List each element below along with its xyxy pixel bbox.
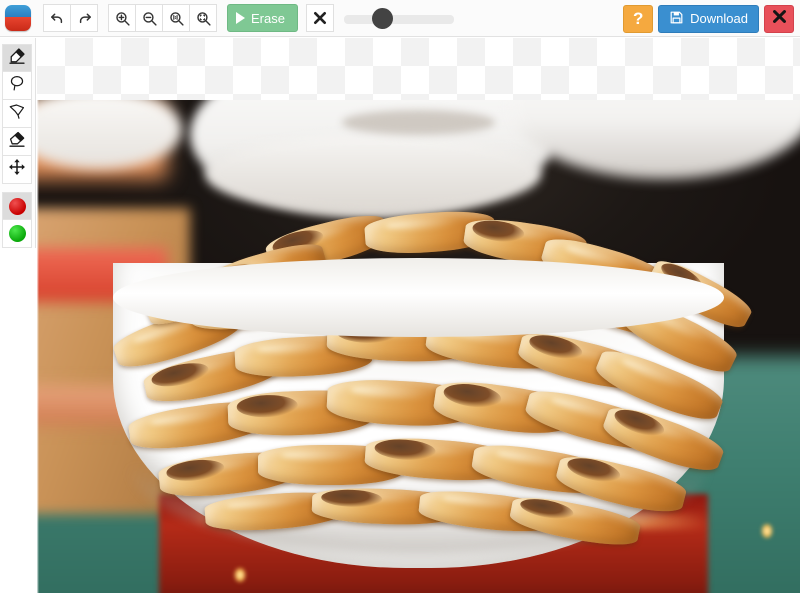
zoom-fit-button[interactable]	[189, 4, 217, 32]
zoom-out-button[interactable]	[135, 4, 163, 32]
red-dot-icon	[8, 197, 26, 215]
photo-roll-sheen	[281, 449, 366, 461]
redo-icon	[76, 10, 93, 27]
photo-roll-sheen	[148, 405, 230, 428]
help-button[interactable]: ?	[623, 4, 654, 33]
photo-roll-sheen	[350, 383, 436, 400]
photo-roll-sheen	[619, 355, 694, 394]
sidebar-marker-background[interactable]	[2, 220, 32, 248]
sidebar-tool-move[interactable]	[2, 156, 32, 184]
erase-button[interactable]: Erase	[227, 4, 298, 32]
toolbar-right-group: ? Download	[623, 0, 794, 37]
polygon-select-icon	[8, 102, 26, 125]
zoom-actual-button[interactable]	[162, 4, 190, 32]
undo-button[interactable]	[43, 4, 71, 32]
sidebar-tool-eraser[interactable]	[2, 128, 32, 156]
photo-roll-filling	[526, 330, 585, 363]
sidebar-tool-marker[interactable]	[2, 44, 32, 72]
erase-button-label: Erase	[251, 10, 285, 26]
zoom-in-icon	[114, 10, 131, 27]
image-editor-window: Erase ? Download	[0, 0, 800, 593]
floppy-disk-icon	[669, 10, 684, 28]
sidebar-divider	[0, 184, 35, 192]
brush-size-slider[interactable]	[343, 4, 454, 32]
photo-roll-filling	[442, 380, 503, 411]
photo-roll-filling	[564, 453, 623, 487]
toolbar-left-group: Erase	[0, 4, 454, 32]
photo-roll-filling	[471, 218, 526, 245]
sidebar-tool-polygon[interactable]	[2, 100, 32, 128]
sidebar-marker-foreground[interactable]	[2, 192, 32, 220]
photo-roll-sheen	[441, 493, 522, 511]
app-logo-icon[interactable]	[5, 5, 31, 31]
zoom-actual-size-icon	[168, 10, 185, 27]
slider-handle[interactable]	[372, 8, 394, 29]
close-button[interactable]	[764, 4, 794, 33]
slider-track	[343, 15, 454, 24]
photo-roll-sheen	[256, 339, 337, 355]
logo-bottom-half	[5, 17, 31, 31]
move-arrows-icon	[8, 158, 26, 181]
lasso-icon	[8, 74, 26, 97]
zoom-out-icon	[141, 10, 158, 27]
download-button-label: Download	[690, 11, 748, 26]
logo-top-half	[5, 5, 31, 18]
zoom-button-group	[108, 4, 217, 32]
x-icon	[771, 8, 788, 30]
sidebar-marker-group	[0, 192, 35, 248]
green-dot-icon	[8, 225, 26, 242]
photo-roll-filling	[320, 489, 382, 509]
photo-spring-rolls	[37, 100, 800, 593]
photo-roll-filling	[518, 495, 576, 524]
undo-icon	[49, 10, 66, 27]
photo-roll-filling	[235, 393, 298, 418]
cancel-button[interactable]	[305, 4, 334, 32]
marker-pen-icon	[8, 47, 26, 70]
history-button-group	[43, 4, 98, 32]
play-icon	[236, 12, 245, 24]
photo-roll-filling	[611, 405, 667, 442]
sidebar-tool-group	[0, 44, 35, 184]
photo-bowl-rim	[113, 257, 724, 337]
sidebar-tool-lasso[interactable]	[2, 72, 32, 100]
photo-roll-sheen	[226, 496, 307, 511]
image-canvas[interactable]	[37, 38, 800, 593]
help-button-label: ?	[632, 8, 644, 28]
photo-roll-filling	[165, 457, 226, 484]
photo-roll-filling	[149, 359, 211, 391]
top-toolbar: Erase ? Download	[0, 0, 800, 37]
redo-button[interactable]	[70, 4, 98, 32]
tool-sidebar	[0, 38, 36, 248]
eraser-icon	[8, 130, 26, 153]
photo-roll-filling	[373, 438, 436, 463]
photo-layer[interactable]	[37, 100, 800, 593]
zoom-in-button[interactable]	[108, 4, 136, 32]
photo-roll-sheen	[384, 215, 461, 232]
x-icon	[312, 10, 328, 26]
download-button[interactable]: Download	[658, 4, 759, 33]
zoom-fit-icon	[195, 10, 212, 27]
